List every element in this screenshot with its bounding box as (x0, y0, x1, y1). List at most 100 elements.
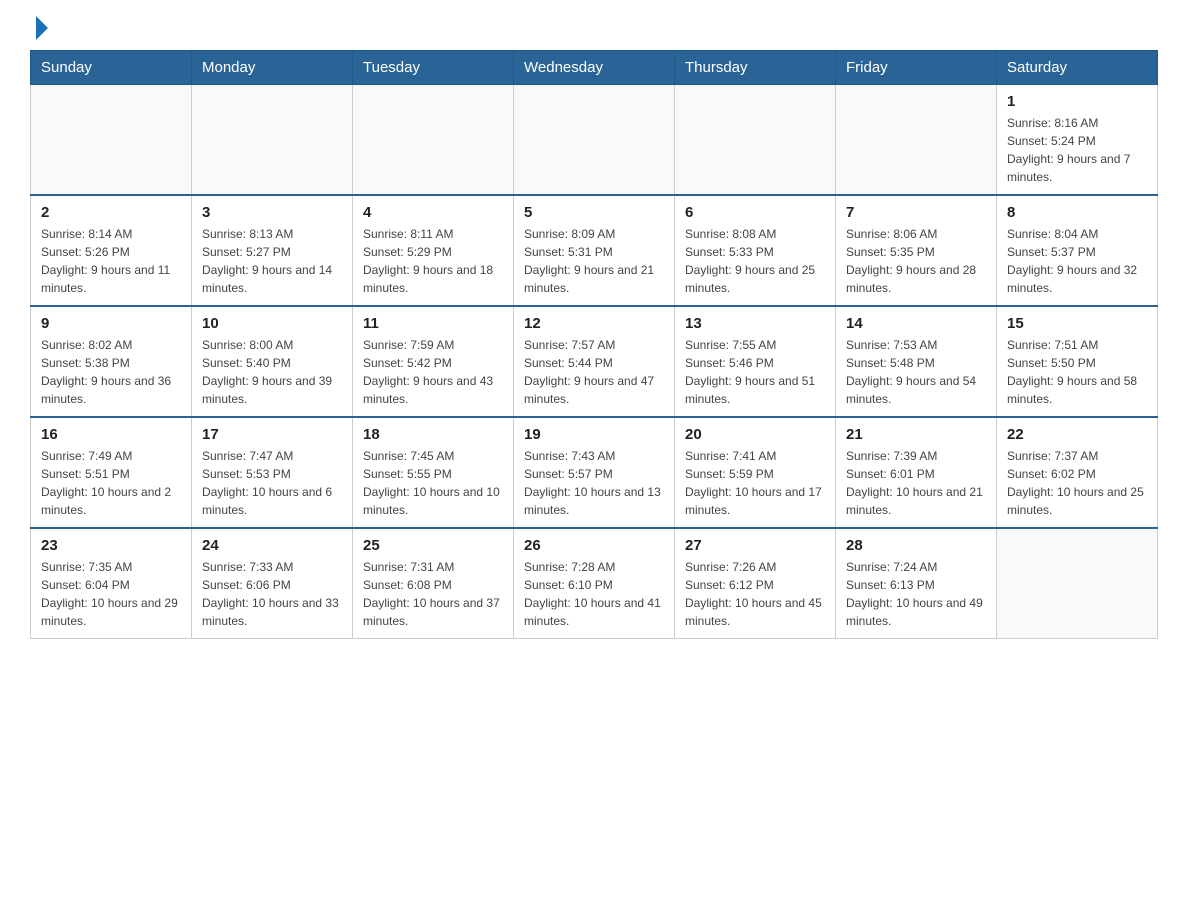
weekday-header-friday: Friday (836, 51, 997, 85)
calendar-cell: 6 Sunrise: 8:08 AMSunset: 5:33 PMDaylight… (675, 195, 836, 306)
calendar-cell (31, 85, 192, 196)
calendar-table: SundayMondayTuesdayWednesdayThursdayFrid… (30, 50, 1158, 639)
calendar-cell: 13Sunrise: 7:55 AMSunset: 5:46 PMDayligh… (675, 306, 836, 417)
weekday-header-sunday: Sunday (31, 51, 192, 85)
day-info: Sunrise: 7:49 AMSunset: 5:51 PMDaylight:… (41, 447, 181, 519)
day-number: 27 (685, 537, 825, 554)
day-number: 28 (846, 537, 986, 554)
calendar-cell: 22 Sunrise: 7:37 AMSunset: 6:02 PMDayligh… (997, 417, 1158, 528)
week-row-4: 16Sunrise: 7:49 AMSunset: 5:51 PMDayligh… (31, 417, 1158, 528)
day-number: 22 (1007, 426, 1147, 443)
day-info: Sunrise: 8:02 AMSunset: 5:38 PMDaylight:… (41, 336, 181, 408)
day-number: 23 (41, 537, 181, 554)
calendar-cell: 9 Sunrise: 8:02 AMSunset: 5:38 PMDaylight… (31, 306, 192, 417)
calendar-cell (836, 85, 997, 196)
calendar-cell (514, 85, 675, 196)
calendar-cell: 2Sunrise: 8:14 AMSunset: 5:26 PMDaylight… (31, 195, 192, 306)
calendar-cell: 18 Sunrise: 7:45 AMSunset: 5:55 PMDayligh… (353, 417, 514, 528)
day-info: Sunrise: 7:53 AMSunset: 5:48 PMDaylight:… (846, 336, 986, 408)
calendar-cell: 7 Sunrise: 8:06 AMSunset: 5:35 PMDaylight… (836, 195, 997, 306)
calendar-cell: 15 Sunrise: 7:51 AMSunset: 5:50 PMDayligh… (997, 306, 1158, 417)
day-info: Sunrise: 7:43 AMSunset: 5:57 PMDaylight:… (524, 447, 664, 519)
day-number: 2 (41, 204, 181, 221)
day-info: Sunrise: 7:26 AMSunset: 6:12 PMDaylight:… (685, 558, 825, 630)
day-number: 25 (363, 537, 503, 554)
day-number: 21 (846, 426, 986, 443)
day-number: 17 (202, 426, 342, 443)
day-number: 7 (846, 204, 986, 221)
week-row-1: 1 Sunrise: 8:16 AMSunset: 5:24 PMDaylight… (31, 85, 1158, 196)
calendar-cell: 10 Sunrise: 8:00 AMSunset: 5:40 PMDayligh… (192, 306, 353, 417)
day-info: Sunrise: 7:41 AMSunset: 5:59 PMDaylight:… (685, 447, 825, 519)
day-info: Sunrise: 8:00 AMSunset: 5:40 PMDaylight:… (202, 336, 342, 408)
day-number: 11 (363, 315, 503, 332)
day-info: Sunrise: 8:06 AMSunset: 5:35 PMDaylight:… (846, 225, 986, 297)
calendar-cell (192, 85, 353, 196)
calendar-cell: 26Sunrise: 7:28 AMSunset: 6:10 PMDayligh… (514, 528, 675, 639)
calendar-cell: 14Sunrise: 7:53 AMSunset: 5:48 PMDayligh… (836, 306, 997, 417)
week-row-3: 9 Sunrise: 8:02 AMSunset: 5:38 PMDaylight… (31, 306, 1158, 417)
calendar-cell: 12 Sunrise: 7:57 AMSunset: 5:44 PMDayligh… (514, 306, 675, 417)
day-number: 13 (685, 315, 825, 332)
day-number: 10 (202, 315, 342, 332)
day-number: 18 (363, 426, 503, 443)
calendar-cell: 5 Sunrise: 8:09 AMSunset: 5:31 PMDaylight… (514, 195, 675, 306)
day-number: 12 (524, 315, 664, 332)
day-info: Sunrise: 8:08 AMSunset: 5:33 PMDaylight:… (685, 225, 825, 297)
calendar-cell: 27 Sunrise: 7:26 AMSunset: 6:12 PMDayligh… (675, 528, 836, 639)
day-number: 20 (685, 426, 825, 443)
day-info: Sunrise: 8:09 AMSunset: 5:31 PMDaylight:… (524, 225, 664, 297)
calendar-cell: 16Sunrise: 7:49 AMSunset: 5:51 PMDayligh… (31, 417, 192, 528)
calendar-cell: 3 Sunrise: 8:13 AMSunset: 5:27 PMDaylight… (192, 195, 353, 306)
day-info: Sunrise: 8:11 AMSunset: 5:29 PMDaylight:… (363, 225, 503, 297)
calendar-cell: 8 Sunrise: 8:04 AMSunset: 5:37 PMDaylight… (997, 195, 1158, 306)
calendar-cell: 24 Sunrise: 7:33 AMSunset: 6:06 PMDayligh… (192, 528, 353, 639)
calendar-cell: 20 Sunrise: 7:41 AMSunset: 5:59 PMDayligh… (675, 417, 836, 528)
weekday-header-saturday: Saturday (997, 51, 1158, 85)
week-row-2: 2Sunrise: 8:14 AMSunset: 5:26 PMDaylight… (31, 195, 1158, 306)
calendar-cell: 25 Sunrise: 7:31 AMSunset: 6:08 PMDayligh… (353, 528, 514, 639)
day-info: Sunrise: 7:47 AMSunset: 5:53 PMDaylight:… (202, 447, 342, 519)
day-number: 8 (1007, 204, 1147, 221)
calendar-cell: 11 Sunrise: 7:59 AMSunset: 5:42 PMDayligh… (353, 306, 514, 417)
calendar-cell: 4 Sunrise: 8:11 AMSunset: 5:29 PMDaylight… (353, 195, 514, 306)
day-info: Sunrise: 7:31 AMSunset: 6:08 PMDaylight:… (363, 558, 503, 630)
calendar-cell (997, 528, 1158, 639)
day-info: Sunrise: 8:16 AMSunset: 5:24 PMDaylight:… (1007, 114, 1147, 186)
weekday-header-row: SundayMondayTuesdayWednesdayThursdayFrid… (31, 51, 1158, 85)
calendar-cell: 21 Sunrise: 7:39 AMSunset: 6:01 PMDayligh… (836, 417, 997, 528)
day-number: 5 (524, 204, 664, 221)
calendar-cell (675, 85, 836, 196)
day-number: 24 (202, 537, 342, 554)
day-info: Sunrise: 7:37 AMSunset: 6:02 PMDaylight:… (1007, 447, 1147, 519)
day-number: 3 (202, 204, 342, 221)
calendar-cell: 1 Sunrise: 8:16 AMSunset: 5:24 PMDaylight… (997, 85, 1158, 196)
day-number: 19 (524, 426, 664, 443)
day-number: 6 (685, 204, 825, 221)
weekday-header-tuesday: Tuesday (353, 51, 514, 85)
calendar-cell: 17 Sunrise: 7:47 AMSunset: 5:53 PMDayligh… (192, 417, 353, 528)
day-info: Sunrise: 7:57 AMSunset: 5:44 PMDaylight:… (524, 336, 664, 408)
day-info: Sunrise: 8:13 AMSunset: 5:27 PMDaylight:… (202, 225, 342, 297)
day-info: Sunrise: 7:24 AMSunset: 6:13 PMDaylight:… (846, 558, 986, 630)
day-number: 4 (363, 204, 503, 221)
day-info: Sunrise: 8:04 AMSunset: 5:37 PMDaylight:… (1007, 225, 1147, 297)
logo (30, 20, 48, 40)
day-info: Sunrise: 7:45 AMSunset: 5:55 PMDaylight:… (363, 447, 503, 519)
calendar-cell (353, 85, 514, 196)
logo-arrow-icon (36, 16, 48, 40)
weekday-header-monday: Monday (192, 51, 353, 85)
day-number: 1 (1007, 93, 1147, 110)
day-info: Sunrise: 7:28 AMSunset: 6:10 PMDaylight:… (524, 558, 664, 630)
day-info: Sunrise: 7:59 AMSunset: 5:42 PMDaylight:… (363, 336, 503, 408)
day-info: Sunrise: 7:33 AMSunset: 6:06 PMDaylight:… (202, 558, 342, 630)
calendar-cell: 19 Sunrise: 7:43 AMSunset: 5:57 PMDayligh… (514, 417, 675, 528)
day-info: Sunrise: 7:51 AMSunset: 5:50 PMDaylight:… (1007, 336, 1147, 408)
calendar-cell: 23 Sunrise: 7:35 AMSunset: 6:04 PMDayligh… (31, 528, 192, 639)
page-header (30, 20, 1158, 40)
weekday-header-thursday: Thursday (675, 51, 836, 85)
day-info: Sunrise: 7:35 AMSunset: 6:04 PMDaylight:… (41, 558, 181, 630)
day-number: 15 (1007, 315, 1147, 332)
day-info: Sunrise: 7:39 AMSunset: 6:01 PMDaylight:… (846, 447, 986, 519)
day-number: 9 (41, 315, 181, 332)
